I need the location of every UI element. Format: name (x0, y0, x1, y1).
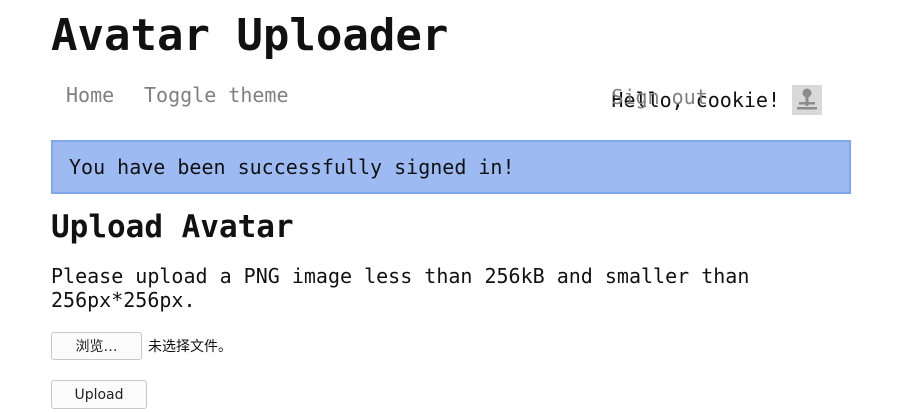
avatar-icon (792, 85, 822, 115)
file-input-row: 浏览… 未选择文件。 (51, 332, 851, 360)
top-nav: Home Toggle theme Hello, cookie! Sign ou… (51, 76, 851, 118)
flash-message-text: You have been successfully signed in! (69, 155, 515, 179)
nav-toggle-theme-link[interactable]: Toggle theme (144, 83, 289, 107)
flash-message: You have been successfully signed in! (51, 140, 851, 194)
page-container: Avatar Uploader Home Toggle theme Hello,… (51, 0, 851, 409)
upload-instructions: Please upload a PNG image less than 256k… (51, 264, 750, 312)
nav-user-area: Hello, cookie! Sign out (611, 76, 836, 118)
upload-submit-button[interactable]: Upload (51, 380, 147, 409)
app-title: Avatar Uploader (51, 10, 449, 61)
browse-file-button[interactable]: 浏览… (51, 332, 142, 360)
sign-out-link[interactable]: Sign out (611, 83, 707, 109)
file-status-text: 未选择文件。 (148, 339, 232, 355)
upload-heading: Upload Avatar (51, 209, 294, 245)
nav-home-link[interactable]: Home (66, 83, 114, 107)
